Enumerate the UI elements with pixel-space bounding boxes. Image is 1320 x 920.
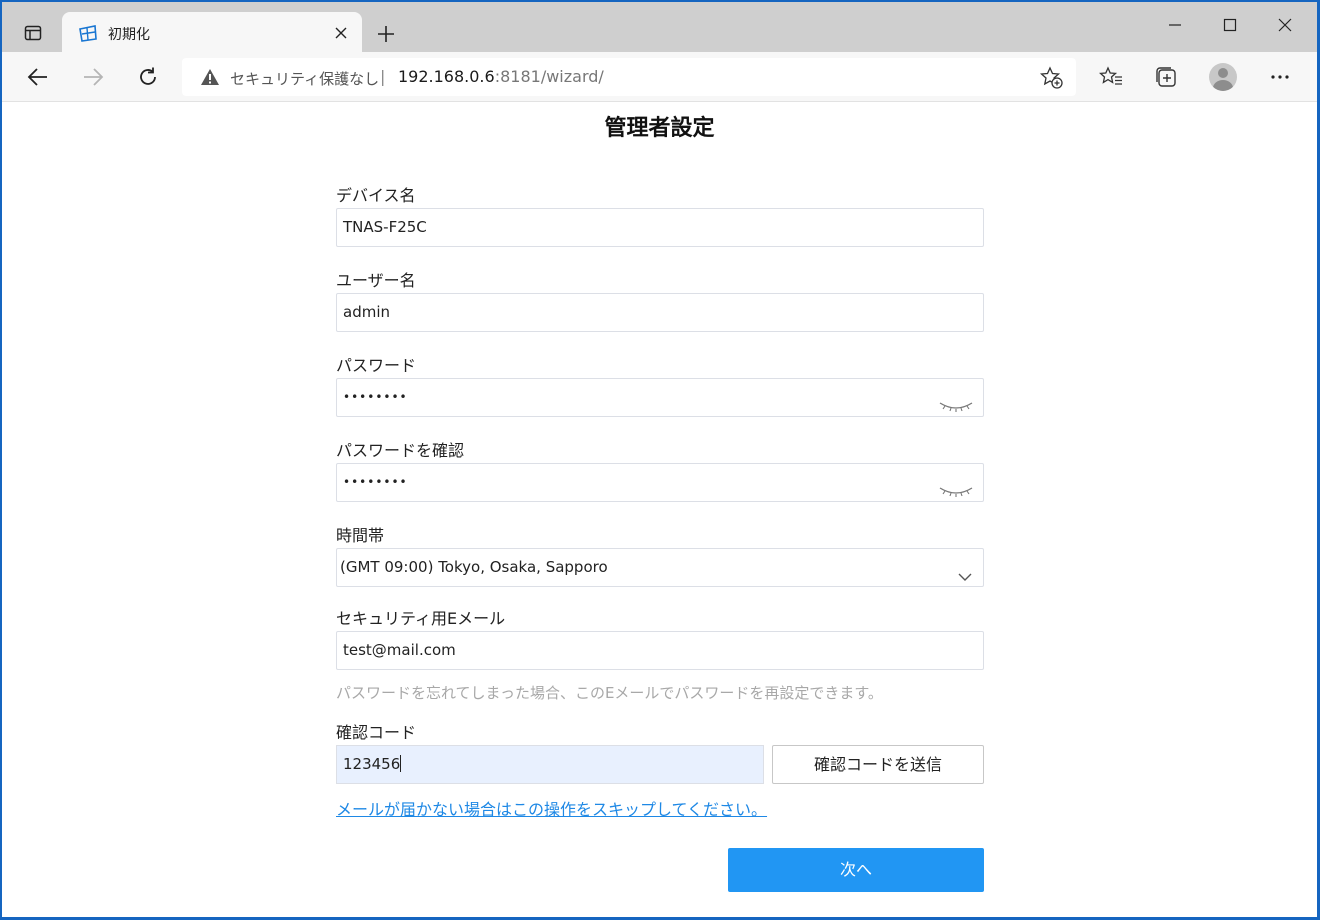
password-confirm-value: ••••••••: [343, 475, 408, 489]
security-status[interactable]: セキュリティ保護なし: [230, 68, 379, 89]
verification-code-value: 123456: [343, 755, 401, 773]
address-bar[interactable]: セキュリティ保護なし | 192.168.0.6:8181/wizard/: [182, 58, 1076, 96]
send-code-button[interactable]: 確認コードを送信: [772, 745, 984, 784]
password-label: パスワード: [336, 356, 417, 375]
verification-code-input[interactable]: 123456: [336, 745, 764, 784]
skip-link[interactable]: メールが届かない場合はこの操作をスキップしてください。: [336, 796, 767, 820]
password-input[interactable]: ••••••••: [336, 378, 984, 417]
chevron-down-icon: [957, 561, 973, 581]
plus-icon[interactable]: [372, 20, 400, 48]
tab-active[interactable]: 初期化: [62, 12, 362, 54]
username-label: ユーザー名: [336, 271, 416, 290]
verification-code-label: 確認コード: [336, 723, 417, 742]
security-email-hint: パスワードを忘れてしまった場合、このEメールでパスワードを再設定できます。: [336, 684, 883, 702]
tab-actions-icon[interactable]: [20, 20, 46, 46]
window-close-icon[interactable]: [1262, 8, 1308, 42]
warning-icon[interactable]: [200, 68, 220, 86]
eye-closed-icon[interactable]: [939, 391, 973, 412]
device-name-label: デバイス名: [336, 186, 416, 205]
favorites-icon[interactable]: [1095, 61, 1127, 93]
tab-title: 初期化: [108, 27, 150, 43]
close-icon[interactable]: [330, 22, 352, 44]
url-text[interactable]: 192.168.0.6:8181/wizard/: [398, 67, 604, 86]
avatar: [1209, 63, 1237, 91]
browser-toolbar: セキュリティ保護なし | 192.168.0.6:8181/wizard/: [2, 52, 1317, 102]
url-host: 192.168.0.6: [398, 67, 495, 86]
profile-avatar[interactable]: [1207, 61, 1239, 93]
timezone-value: (GMT 09:00) Tokyo, Osaka, Sapporo: [340, 558, 608, 576]
address-separator: |: [380, 67, 386, 86]
browser-window: 初期化 セキュリティ保護なし | 192.168.0.6:8181/wizard…: [2, 2, 1317, 917]
url-path: :8181/wizard/: [494, 67, 604, 86]
tab-favicon: [78, 24, 98, 44]
more-icon[interactable]: [1264, 61, 1296, 93]
minimize-icon[interactable]: [1152, 8, 1198, 42]
security-email-label: セキュリティ用Eメール: [336, 609, 506, 628]
device-name-input[interactable]: TNAS-F25C: [336, 208, 984, 247]
text-caret: [400, 755, 402, 772]
forward-arrow-icon[interactable]: [77, 61, 109, 93]
page-content: 管理者設定 デバイス名 TNAS-F25C ユーザー名 admin パスワード …: [2, 102, 1317, 917]
eye-closed-icon[interactable]: [939, 476, 973, 497]
maximize-icon[interactable]: [1207, 8, 1253, 42]
page-title: 管理者設定: [604, 116, 715, 141]
refresh-icon[interactable]: [132, 61, 164, 93]
collections-icon[interactable]: [1150, 61, 1182, 93]
password-confirm-label: パスワードを確認: [336, 441, 465, 460]
timezone-select[interactable]: (GMT 09:00) Tokyo, Osaka, Sapporo: [336, 548, 984, 587]
tab-strip: 初期化: [2, 2, 1317, 54]
password-confirm-input[interactable]: ••••••••: [336, 463, 984, 502]
next-button[interactable]: 次へ: [728, 848, 984, 892]
security-email-input[interactable]: test@mail.com: [336, 631, 984, 670]
back-arrow-icon[interactable]: [22, 61, 54, 93]
add-favorite-icon[interactable]: [1039, 66, 1064, 90]
password-value: ••••••••: [343, 390, 408, 404]
timezone-label: 時間帯: [336, 526, 385, 545]
username-input[interactable]: admin: [336, 293, 984, 332]
